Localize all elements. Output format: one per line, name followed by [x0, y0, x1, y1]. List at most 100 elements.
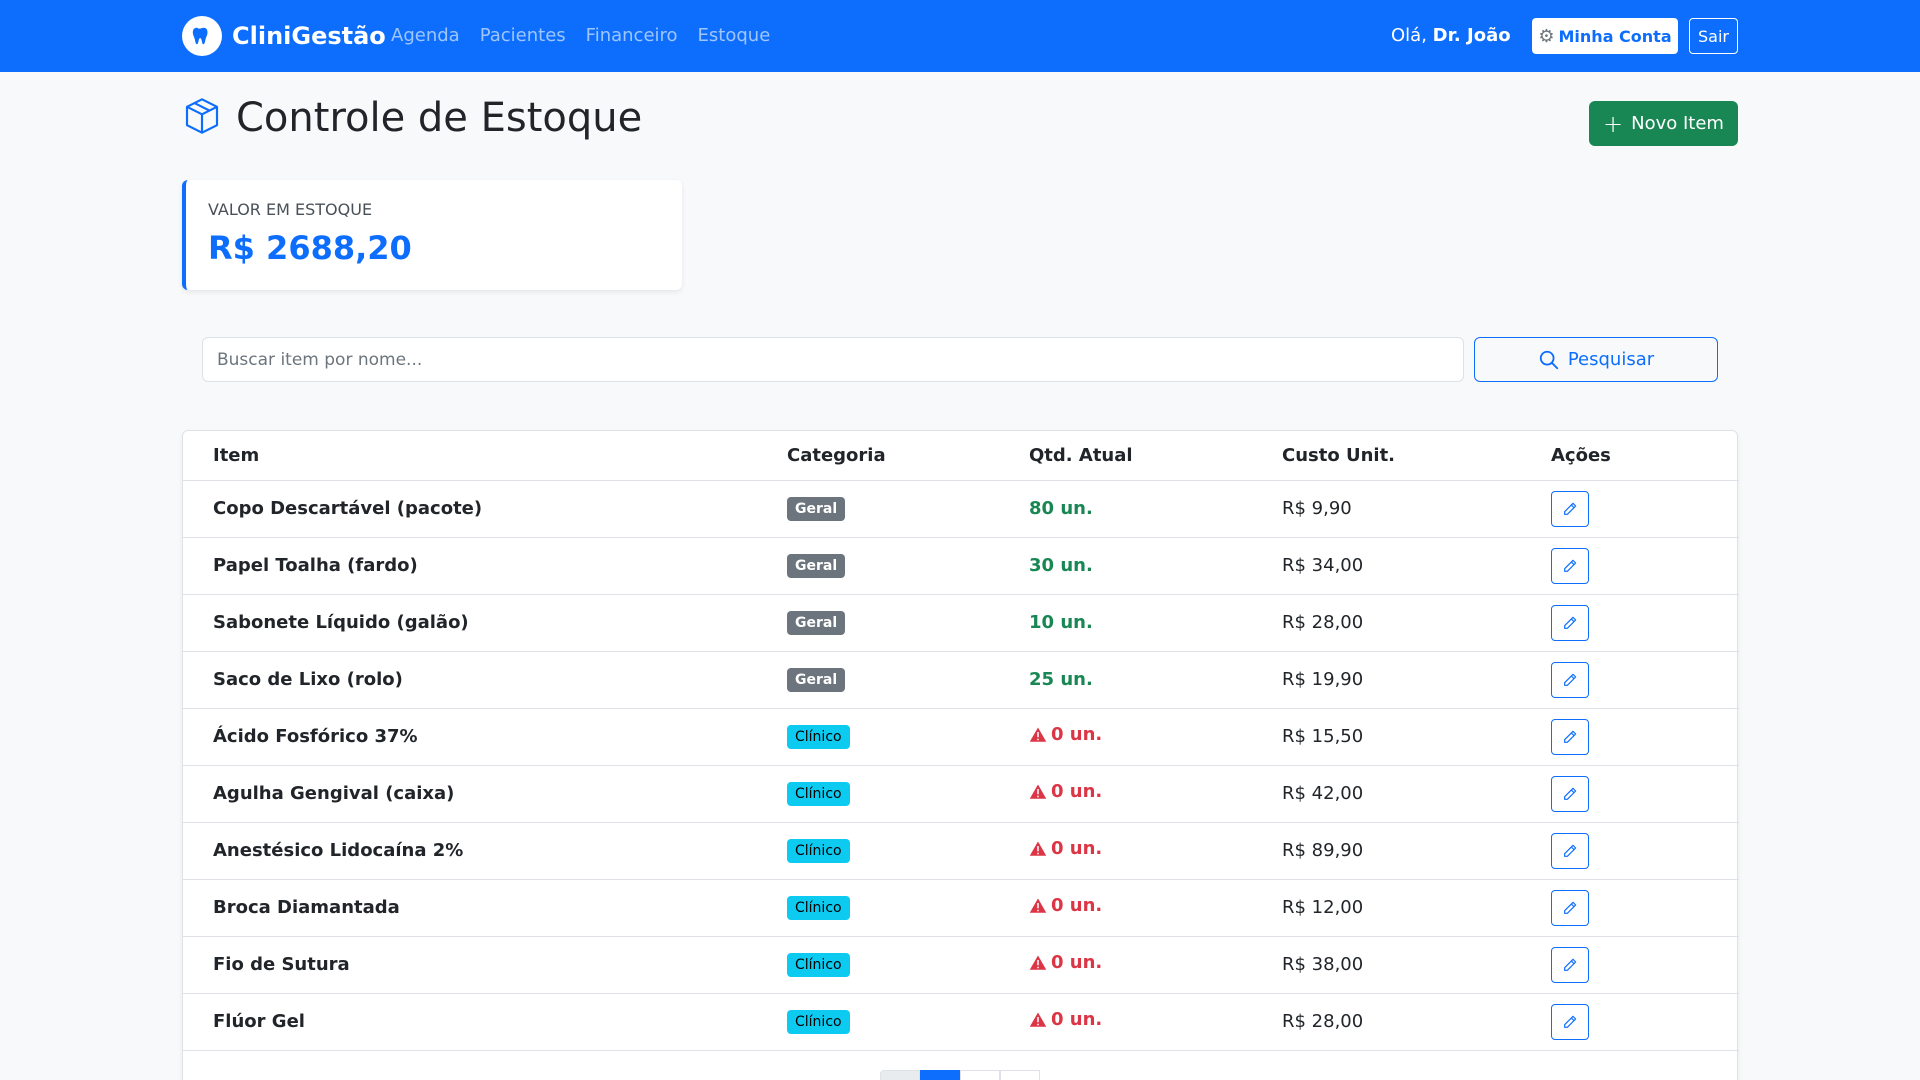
nav-links: Agenda Pacientes Financeiro Estoque — [391, 24, 790, 48]
nav-link-estoque[interactable]: Estoque — [698, 24, 771, 48]
pagination-page-active[interactable] — [920, 1070, 960, 1080]
unit-cost: R$ 34,00 — [1282, 555, 1364, 576]
category-badge: Clínico — [787, 781, 850, 806]
quantity-low: 0 un. — [1029, 781, 1102, 802]
pencil-icon — [1564, 673, 1577, 686]
edit-button[interactable] — [1551, 490, 1589, 527]
account-button-label: Minha Conta — [1558, 26, 1672, 46]
nav-link-agenda[interactable]: Agenda — [391, 24, 460, 48]
tooth-icon — [182, 16, 222, 56]
warning-icon — [1029, 727, 1047, 742]
edit-button[interactable] — [1551, 832, 1589, 869]
item-name: Agulha Gengival (caixa) — [213, 783, 455, 804]
warning-icon — [1029, 955, 1047, 970]
pagination — [880, 1070, 1040, 1080]
pagination-next[interactable] — [1000, 1070, 1040, 1080]
column-header-category: Categoria — [787, 431, 1029, 481]
quantity-low: 0 un. — [1029, 895, 1102, 916]
unit-cost: R$ 38,00 — [1282, 954, 1364, 975]
stock-table: Item Categoria Qtd. Atual Custo Unit. Aç… — [183, 431, 1739, 1051]
table-row: Fio de Sutura Clínico 0 un. R$ 38,00 — [183, 936, 1739, 994]
warning-icon — [1029, 841, 1047, 856]
pencil-icon — [1564, 559, 1577, 572]
quantity-low: 0 un. — [1029, 952, 1102, 973]
table-row: Flúor Gel Clínico 0 un. R$ 28,00 — [183, 993, 1739, 1051]
nav-link-financeiro[interactable]: Financeiro — [586, 24, 678, 48]
table-row: Copo Descartável (pacote) Geral 80 un. R… — [183, 480, 1739, 538]
edit-button[interactable] — [1551, 604, 1589, 641]
table-row: Anestésico Lidocaína 2% Clínico 0 un. R$… — [183, 822, 1739, 880]
pencil-icon — [1564, 1015, 1577, 1028]
table-body: Copo Descartável (pacote) Geral 80 un. R… — [183, 480, 1739, 1051]
edit-button[interactable] — [1551, 1003, 1589, 1040]
unit-cost: R$ 28,00 — [1282, 1011, 1364, 1032]
brand[interactable]: CliniGestão — [182, 16, 386, 56]
stock-value: R$ 2688,20 — [208, 229, 412, 267]
item-name: Fio de Sutura — [213, 954, 350, 975]
unit-cost: R$ 28,00 — [1282, 612, 1364, 633]
pagination-prev[interactable] — [880, 1070, 920, 1080]
warning-icon — [1029, 898, 1047, 913]
edit-button[interactable] — [1551, 547, 1589, 584]
table-row: Saco de Lixo (rolo) Geral 25 un. R$ 19,9… — [183, 651, 1739, 709]
stock-value-card: VALOR EM ESTOQUE R$ 2688,20 — [182, 180, 682, 290]
item-name: Sabonete Líquido (galão) — [213, 612, 469, 633]
category-badge: Clínico — [787, 724, 850, 749]
pencil-icon — [1564, 844, 1577, 857]
edit-button[interactable] — [1551, 718, 1589, 755]
item-name: Flúor Gel — [213, 1011, 305, 1032]
column-header-cost: Custo Unit. — [1282, 431, 1551, 481]
item-name: Anestésico Lidocaína 2% — [213, 840, 464, 861]
edit-button[interactable] — [1551, 946, 1589, 983]
item-name: Saco de Lixo (rolo) — [213, 669, 403, 690]
pencil-icon — [1564, 958, 1577, 971]
unit-cost: R$ 19,90 — [1282, 669, 1364, 690]
category-badge: Clínico — [787, 952, 850, 977]
edit-button[interactable] — [1551, 889, 1589, 926]
user-greeting: Olá, Dr. João — [1391, 24, 1511, 48]
pencil-icon — [1564, 787, 1577, 800]
quantity-value: 80 un. — [1029, 498, 1093, 519]
quantity-value: 0 un. — [1051, 724, 1103, 746]
logout-button[interactable]: Sair — [1689, 18, 1738, 54]
page-header: Controle de Estoque — [182, 95, 642, 141]
pencil-icon — [1564, 616, 1577, 629]
category-badge: Geral — [787, 553, 846, 578]
edit-button[interactable] — [1551, 775, 1589, 812]
quantity-value: 0 un. — [1051, 952, 1103, 974]
quantity-value: 25 un. — [1029, 669, 1093, 690]
quantity-low: 0 un. — [1029, 1009, 1102, 1030]
table-row: Ácido Fosfórico 37% Clínico 0 un. R$ 15,… — [183, 708, 1739, 766]
navbar: CliniGestão Agenda Pacientes Financeiro … — [0, 0, 1920, 72]
warning-icon — [1029, 784, 1047, 799]
category-badge: Clínico — [787, 1009, 850, 1034]
search-button-label: Pesquisar — [1567, 349, 1655, 370]
category-badge: Geral — [787, 610, 846, 635]
table-row: Sabonete Líquido (galão) Geral 10 un. R$… — [183, 594, 1739, 652]
new-item-button[interactable]: + Novo Item — [1589, 101, 1738, 146]
pagination-page[interactable] — [960, 1070, 1000, 1080]
greeting-name: Dr. João — [1432, 25, 1511, 46]
pencil-icon — [1564, 502, 1577, 515]
table-row: Papel Toalha (fardo) Geral 30 un. R$ 34,… — [183, 537, 1739, 595]
column-header-quantity: Qtd. Atual — [1029, 431, 1282, 481]
category-badge: Geral — [787, 496, 846, 521]
item-name: Papel Toalha (fardo) — [213, 555, 418, 576]
category-badge: Geral — [787, 667, 846, 692]
category-badge: Clínico — [787, 895, 850, 920]
stock-table-card: Item Categoria Qtd. Atual Custo Unit. Aç… — [182, 430, 1739, 1080]
greeting-prefix: Olá, — [1391, 25, 1427, 46]
column-header-actions: Ações — [1551, 431, 1739, 481]
quantity-value: 0 un. — [1051, 895, 1103, 917]
account-button[interactable]: ⚙ Minha Conta — [1532, 18, 1678, 54]
unit-cost: R$ 12,00 — [1282, 897, 1364, 918]
nav-link-pacientes[interactable]: Pacientes — [480, 24, 566, 48]
edit-button[interactable] — [1551, 661, 1589, 698]
item-name: Ácido Fosfórico 37% — [213, 726, 418, 747]
stock-value-label: VALOR EM ESTOQUE — [208, 200, 373, 219]
unit-cost: R$ 9,90 — [1282, 498, 1352, 519]
table-row: Broca Diamantada Clínico 0 un. R$ 12,00 — [183, 879, 1739, 937]
search-input[interactable] — [202, 337, 1464, 382]
unit-cost: R$ 42,00 — [1282, 783, 1364, 804]
search-button[interactable]: Pesquisar — [1474, 337, 1718, 382]
